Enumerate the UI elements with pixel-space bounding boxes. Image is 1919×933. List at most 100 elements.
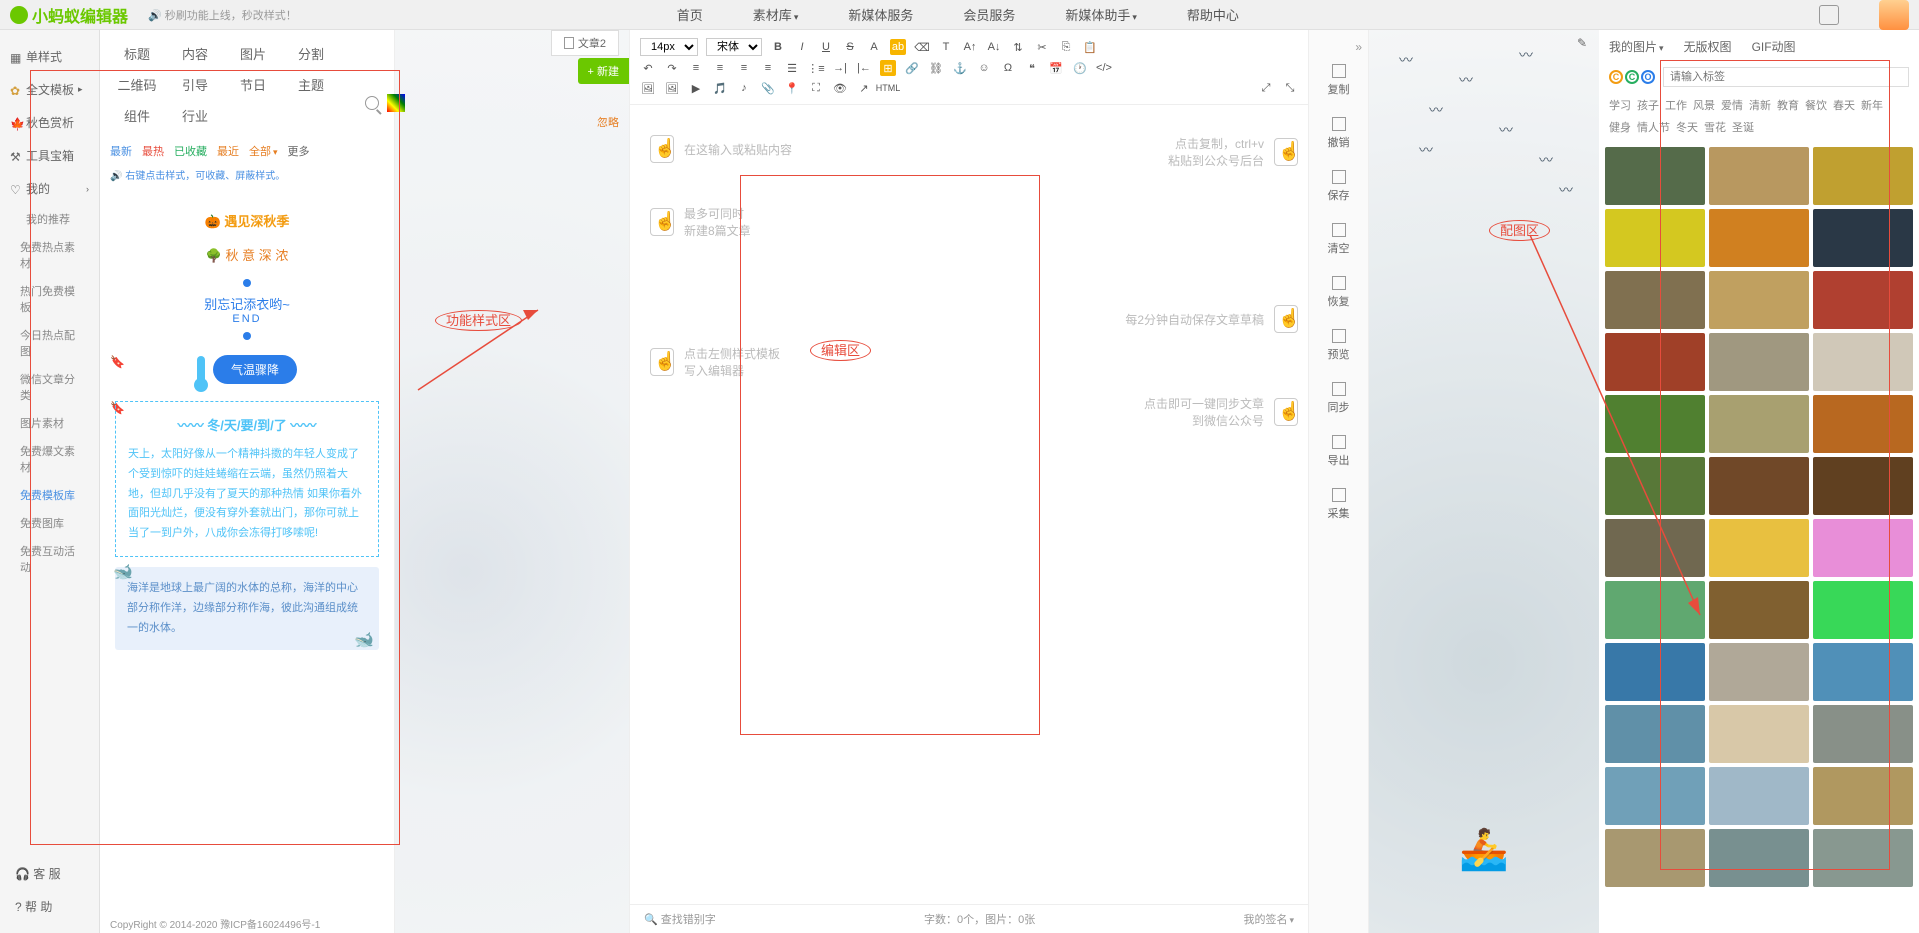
fullscreen-icon[interactable]: ⛶ (808, 80, 824, 96)
rt-restore[interactable]: 恢复 (1309, 266, 1368, 319)
copyright: CopyRight © 2014-2020 豫ICP备16024496号-1 (110, 916, 320, 931)
rt-save[interactable]: 保存 (1309, 160, 1368, 213)
time-icon[interactable]: 🕐 (1072, 60, 1088, 76)
video-icon[interactable]: ▶ (688, 80, 704, 96)
audio-icon[interactable]: 🎵 (712, 80, 728, 96)
collapse-right-icon[interactable]: » (1309, 40, 1368, 54)
nav-help[interactable]: 帮助中心 (1187, 5, 1239, 24)
redo-icon[interactable]: ↷ (664, 60, 680, 76)
paste-icon[interactable]: 📋 (1082, 39, 1098, 55)
code-icon[interactable]: </> (1096, 60, 1112, 76)
avatar[interactable] (1879, 0, 1909, 30)
nav-assistant[interactable]: 新媒体助手 (1065, 5, 1137, 24)
image-icon[interactable]: 🖼 (640, 80, 656, 96)
bird-icon: 〰 (1399, 50, 1413, 70)
collect-icon (1332, 488, 1346, 502)
sup-icon[interactable]: A↑ (962, 39, 978, 55)
bg-color-icon[interactable]: ab (890, 39, 906, 55)
rt-collect[interactable]: 采集 (1309, 478, 1368, 531)
table-icon[interactable]: ⊞ (880, 60, 896, 76)
imgtab-free[interactable]: 无版权图 (1684, 38, 1732, 55)
list-ul-icon[interactable]: ☰ (784, 60, 800, 76)
editor: 14px 宋体 B I U S A ab ⌫ T A↑ A↓ ⇅ ✂ ⎘ 📋 ↶… (629, 30, 1309, 933)
undo-icon[interactable]: ↶ (640, 60, 656, 76)
italic-icon[interactable]: I (794, 39, 810, 55)
underline-icon[interactable]: U (818, 39, 834, 55)
html-icon[interactable]: HTML (880, 80, 896, 96)
rt-sync[interactable]: 同步 (1309, 372, 1368, 425)
editor-body[interactable]: 在这输入或粘贴内容 点击复制，ctrl+v 粘贴到公众号后台 最多可同时 新建8… (630, 105, 1308, 904)
new-doc-button[interactable]: + 新建 (578, 58, 629, 84)
announce: 🔊 秒刷功能上线，秒改样式！ (148, 7, 297, 23)
tools-icon: ⚒ (10, 150, 22, 162)
unlink-icon[interactable]: ⛓ (928, 60, 944, 76)
imgtab-mine[interactable]: 我的图片 (1609, 38, 1664, 55)
font-family-select[interactable]: 宋体 (706, 38, 762, 56)
link-icon[interactable]: 🔗 (904, 60, 920, 76)
format-brush-icon[interactable]: T (938, 39, 954, 55)
find-typo[interactable]: 🔍 查找错别字 (644, 911, 716, 927)
collapse-icon[interactable]: ⤡ (1282, 80, 1298, 96)
rt-clear[interactable]: 清空 (1309, 213, 1368, 266)
quote-icon[interactable]: ❝ (1024, 60, 1040, 76)
tag-item[interactable]: 孩子 (1637, 97, 1659, 113)
align-left-icon[interactable]: ≡ (688, 60, 704, 76)
list-ol-icon[interactable]: ⋮≡ (808, 60, 824, 76)
rt-preview[interactable]: 预览 (1309, 319, 1368, 372)
align-justify-icon[interactable]: ≡ (760, 60, 776, 76)
source-icon[interactable]: ↗ (856, 80, 872, 96)
cat-divider[interactable]: 分割 (282, 38, 340, 69)
ignore-link[interactable]: 忽略 (597, 114, 619, 130)
nav-home[interactable]: 首页 (677, 5, 703, 24)
align-right-icon[interactable]: ≡ (736, 60, 752, 76)
theme-icon[interactable] (1819, 5, 1839, 25)
tag-item[interactable]: 学习 (1609, 97, 1631, 113)
cat-content[interactable]: 内容 (166, 38, 224, 69)
bold-icon[interactable]: B (770, 39, 786, 55)
multi-image-icon[interactable]: 🖼 (664, 80, 680, 96)
side-help[interactable]: ? 帮 助 (0, 890, 100, 923)
nav-material[interactable]: 素材库 (753, 5, 799, 24)
doc-tab[interactable]: 文章2 (551, 30, 619, 56)
music-icon[interactable]: ♪ (736, 80, 752, 96)
rt-copy[interactable]: 复制 (1309, 54, 1368, 107)
cat-title[interactable]: 标题 (108, 38, 166, 69)
rt-undo[interactable]: 撤销 (1309, 107, 1368, 160)
nav-member[interactable]: 会员服务 (963, 5, 1015, 24)
sub-icon[interactable]: A↓ (986, 39, 1002, 55)
right-toolbar: » 复制 撤销 保存 清空 恢复 预览 同步 导出 采集 (1309, 30, 1369, 933)
clear-icon (1332, 223, 1346, 237)
preview-icon[interactable]: 👁 (832, 80, 848, 96)
char-icon[interactable]: Ω (1000, 60, 1016, 76)
eye-icon (1332, 329, 1346, 343)
cut-icon[interactable]: ✂ (1034, 39, 1050, 55)
clear-format-icon[interactable]: ⌫ (914, 39, 930, 55)
side-service[interactable]: 🎧 客 服 (0, 857, 100, 890)
align-center-icon[interactable]: ≡ (712, 60, 728, 76)
side-single-style[interactable]: ▦单样式 (0, 40, 99, 73)
strike-icon[interactable]: S (842, 39, 858, 55)
nav-media-service[interactable]: 新媒体服务 (848, 5, 913, 24)
logo[interactable]: 小蚂蚁编辑器 (10, 3, 128, 27)
leaf-icon: ✿ (10, 84, 22, 96)
tag-item[interactable]: 健身 (1609, 119, 1631, 135)
map-icon[interactable]: 📍 (784, 80, 800, 96)
indent-icon[interactable]: →| (832, 60, 848, 76)
cat-image[interactable]: 图片 (224, 38, 282, 69)
attachment-icon[interactable]: 📎 (760, 80, 776, 96)
font-color-icon[interactable]: A (866, 39, 882, 55)
top-nav: 首页 素材库 新媒体服务 会员服务 新媒体助手 帮助中心 (677, 5, 1239, 24)
outdent-icon[interactable]: |← (856, 60, 872, 76)
signature[interactable]: 我的签名 (1243, 911, 1294, 927)
imgtab-gif[interactable]: GIF动图 (1752, 38, 1796, 55)
anchor-icon[interactable]: ⚓ (952, 60, 968, 76)
spacing-icon[interactable]: ⇅ (1010, 39, 1026, 55)
expand-icon[interactable]: ⤢ (1258, 80, 1274, 96)
font-size-select[interactable]: 14px (640, 38, 698, 56)
cc-icon: CCO (1609, 70, 1655, 84)
annotation-3: 配图区 (1489, 220, 1550, 241)
copy-icon[interactable]: ⎘ (1058, 39, 1074, 55)
date-icon[interactable]: 📅 (1048, 60, 1064, 76)
rt-export[interactable]: 导出 (1309, 425, 1368, 478)
emoji-icon[interactable]: ☺ (976, 60, 992, 76)
